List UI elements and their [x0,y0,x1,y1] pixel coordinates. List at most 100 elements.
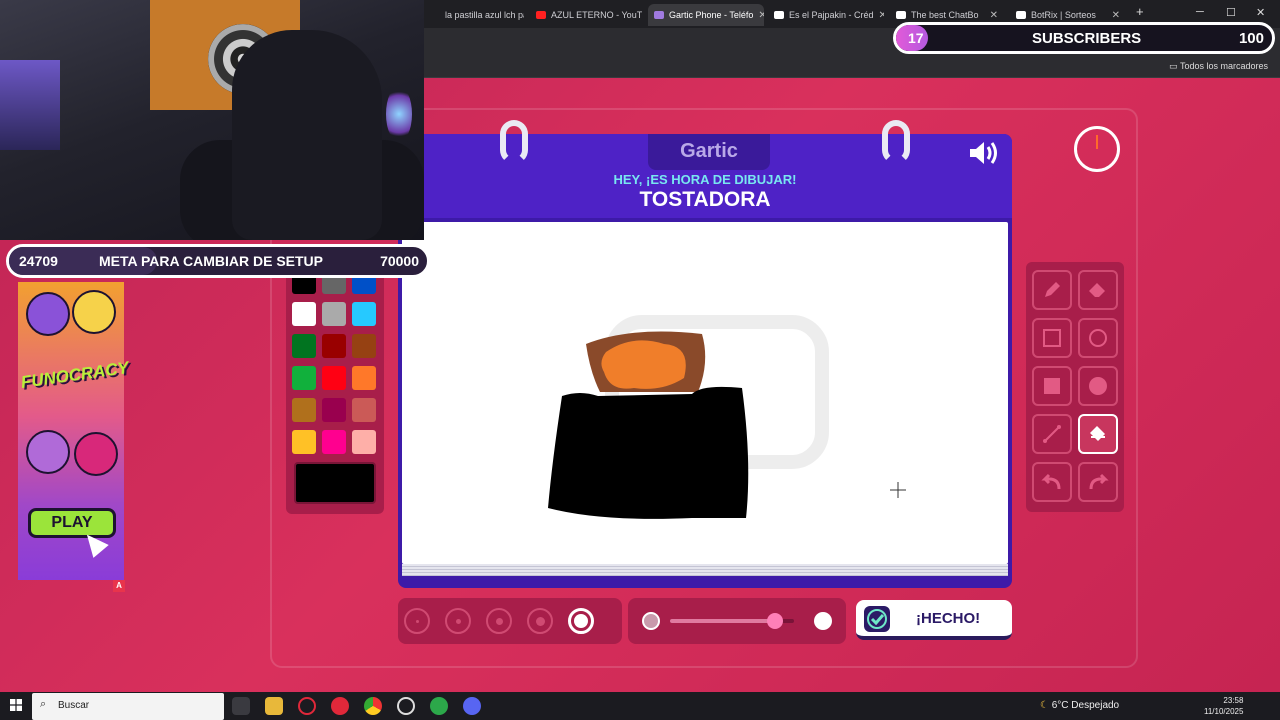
color-swatch[interactable] [322,366,346,390]
tab-close-icon[interactable]: ✕ [990,10,998,21]
opacity-max-icon [814,612,832,630]
rect-fill-tool-icon[interactable] [1032,366,1072,406]
line-tool-icon[interactable] [1032,414,1072,454]
search-placeholder: Buscar [58,700,90,711]
fill-bucket-tool-icon[interactable] [1078,414,1118,454]
gartic-logo: Gartic [680,140,738,162]
tab-title: AZUL ETERNO - YouT [551,10,642,20]
opacity-fill [670,619,776,623]
browser-tab[interactable]: AZUL ETERNO - YouT✕ [530,4,642,26]
redo-tool-icon[interactable] [1078,462,1118,502]
setup-goal-bar: 24709 META PARA CAMBIAR DE SETUP 70000 [6,244,430,278]
color-swatch[interactable] [352,366,376,390]
search-icon: ⌕ [40,698,47,710]
opacity-handle[interactable] [767,613,784,629]
color-swatch[interactable] [352,398,376,422]
brush-size-dot [495,617,503,625]
chrome-icon[interactable] [364,697,382,715]
undo-tool-icon[interactable] [1032,462,1072,502]
folder-icon: ▭ [1169,61,1178,71]
tab-title: The best ChatBo [911,10,979,20]
tab-favicon-icon [896,11,906,19]
brush-size-dot [535,616,545,626]
color-swatch[interactable] [322,430,346,454]
browser-tab[interactable]: la pastilla azul lch pa✕ [424,4,524,26]
streamer-hood [232,30,382,240]
timer-icon [1074,126,1120,172]
ring-left [500,120,528,164]
new-tab-button[interactable]: + [1136,4,1144,19]
tab-close-icon[interactable]: ✕ [758,10,764,21]
brush-size-selector [398,598,622,644]
subscribers-current: 17 [908,30,924,46]
brush-size-option[interactable] [527,608,553,634]
tab-favicon-icon [1016,11,1026,19]
xbox-icon[interactable] [430,697,448,715]
brush-size-option[interactable] [404,608,430,634]
brush-size-option[interactable] [486,608,512,634]
play-button[interactable]: PLAY [28,508,116,538]
task-view-icon[interactable] [232,697,250,715]
tab-close-icon[interactable]: ✕ [879,10,884,21]
browser-tab[interactable]: Es el Pajpakin - Créd ✕ [768,4,884,26]
pencil-tool-icon[interactable] [1032,270,1072,310]
eraser-tool-icon[interactable] [1078,270,1118,310]
ellipse-outline-tool-icon[interactable] [1078,318,1118,358]
paper-edge [402,564,1008,576]
done-button[interactable]: ¡HECHO! [856,600,1012,640]
subscribers-label: SUBSCRIBERS [1032,30,1142,47]
obs-icon[interactable] [397,697,415,715]
drawing-canvas[interactable] [402,222,1008,564]
maximize-icon[interactable]: ☐ [1226,6,1236,19]
all-bookmarks-folder[interactable]: ▭ Todos los marcadores [1169,61,1268,72]
color-swatch[interactable] [292,334,316,358]
bookmarks-label: Todos los marcadores [1179,61,1268,71]
browser-tab[interactable]: BotRix | Sorteos ✕ [1010,4,1126,26]
color-swatch[interactable] [322,302,346,326]
brush-size-option[interactable] [568,608,594,634]
color-swatch[interactable] [292,430,316,454]
color-swatch[interactable] [292,366,316,390]
color-swatch[interactable] [292,398,316,422]
current-color-swatch [294,462,376,504]
tab-close-icon[interactable]: ✕ [1112,10,1120,21]
opacity-slider[interactable] [628,598,846,644]
subscribers-goal: 100 [1238,30,1264,47]
headphone-light [386,86,412,142]
file-explorer-icon[interactable] [265,697,283,715]
rect-outline-tool-icon[interactable] [1032,318,1072,358]
opera-gx-icon[interactable] [298,697,316,715]
taskbar-search[interactable]: ⌕ Buscar [32,693,224,720]
color-swatch[interactable] [322,398,346,422]
brush-size-dot [415,619,419,623]
toaster-drawing [548,331,749,519]
weather-text: 6°C Despejado [1051,700,1120,711]
angry-character [74,432,118,476]
minimize-icon[interactable]: ─ [1196,6,1204,18]
word-to-draw: TOSTADORA [639,188,771,211]
opera-icon[interactable] [331,697,349,715]
color-swatch[interactable] [352,302,376,326]
tab-favicon-icon [654,11,664,19]
thumbs-up-character [26,292,70,336]
color-swatch[interactable] [322,334,346,358]
browser-tab[interactable]: Gartic Phone - Teléfo ✕ [648,4,764,26]
close-window-icon[interactable]: ✕ [1256,6,1265,19]
brush-size-option[interactable] [445,608,471,634]
webcam-lamp [0,60,60,150]
crosshair-cursor [890,482,906,498]
speaker-icon[interactable] [968,140,1000,173]
drawing-board: Gartic HEY, ¡ES HORA DE DIBUJAR! TOSTADO… [398,120,1012,588]
weather-widget[interactable]: ☾ 6°C Despejado [1040,700,1119,711]
moon-icon: ☾ [1040,700,1049,711]
color-swatch[interactable] [352,334,376,358]
discord-icon[interactable] [463,697,481,715]
browser-tab[interactable]: The best ChatBo ✕ [890,4,1004,26]
blonde-character [72,290,116,334]
ellipse-fill-tool-icon[interactable] [1078,366,1118,406]
color-swatch[interactable] [352,430,376,454]
opacity-min-icon [642,612,660,630]
clock[interactable]: 23:58 11/10/2025 [1204,695,1243,717]
color-swatch[interactable] [292,302,316,326]
brush-size-dot [574,614,588,628]
